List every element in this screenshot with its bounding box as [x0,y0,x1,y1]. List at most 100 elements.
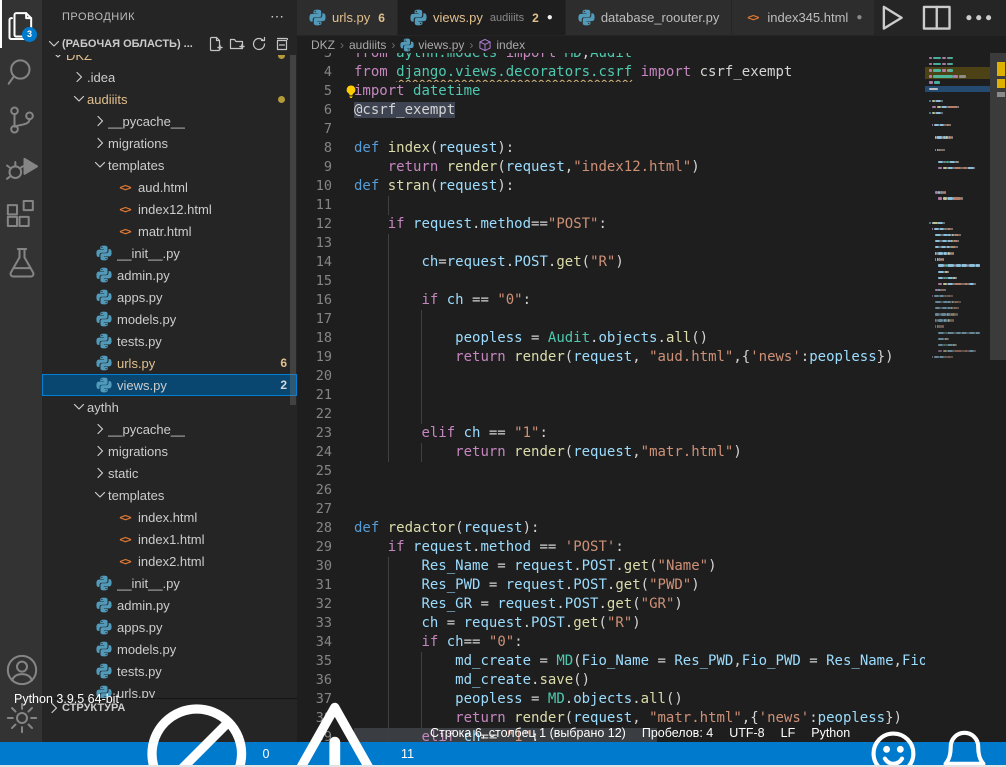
status-notifications[interactable] [929,726,1000,767]
code-line-22[interactable]: 22 [297,405,925,424]
code-line-29[interactable]: 29 if request.method == 'POST': [297,538,925,557]
code-line-25[interactable]: 25 [297,462,925,481]
tree-item-urls.py[interactable]: urls.py6 [42,352,297,374]
tree-item-admin.py[interactable]: admin.py [42,264,297,286]
status-problems[interactable]: 011 [127,692,422,767]
tree-item-aythh[interactable]: aythh [42,396,297,418]
code-line-32[interactable]: 32 Res_GR = request.POST.get("GR") [297,595,925,614]
tab-urls.py[interactable]: urls.py6 [297,0,398,35]
activitybar-run-debug[interactable] [0,144,42,192]
code-line-16[interactable]: 16 if ch == "0": [297,291,925,310]
tree-item-apps.py[interactable]: apps.py [42,286,297,308]
tree-item-index.html[interactable]: <>index.html [42,506,297,528]
tree-item-static[interactable]: static [42,462,297,484]
code-line-21[interactable]: 21 [297,386,925,405]
new-file-icon[interactable] [207,36,223,52]
breadcrumb-DKZ[interactable]: DKZ [311,38,335,52]
workspace-section-header[interactable]: (РАБОЧАЯ ОБЛАСТЬ) ... [42,33,297,55]
tree-item-aud.html[interactable]: <>aud.html [42,176,297,198]
run-icon[interactable] [875,2,906,33]
collapse-all-icon[interactable] [273,36,289,52]
code-line-10[interactable]: 10def stran(request): [297,177,925,196]
activitybar-account[interactable] [0,646,42,694]
status-encoding[interactable]: UTF-8 [721,726,772,740]
code-line-7[interactable]: 7 [297,120,925,139]
tree-item-admin.py[interactable]: admin.py [42,594,297,616]
code-line-8[interactable]: 8def index(request): [297,139,925,158]
code-line-23[interactable]: 23 elif ch == "1": [297,424,925,443]
code-line-4[interactable]: 4from django.views.decorators.csrf impor… [297,63,925,82]
code-line-24[interactable]: 24 return render(request,"matr.html") [297,443,925,462]
code-line-20[interactable]: 20 [297,367,925,386]
status-language-mode[interactable]: Python [803,726,858,740]
activitybar-extensions[interactable] [0,192,42,240]
tab-index345.html[interactable]: <>index345.html● [732,0,875,35]
tree-item-__pycache__[interactable]: __pycache__ [42,110,297,132]
refresh-icon[interactable] [251,36,267,52]
code-line-11[interactable]: 11 [297,196,925,215]
tree-item-__init__.py[interactable]: __init__.py [42,572,297,594]
tree-item-index12.html[interactable]: <>index12.html [42,198,297,220]
code-line-34[interactable]: 34 if ch== "0": [297,633,925,652]
tree-item-templates[interactable]: templates [42,484,297,506]
code-line-13[interactable]: 13 [297,234,925,253]
tree-item-audiiits[interactable]: audiiits [42,88,297,110]
code-editor[interactable]: 3from aythh.models import MD,Audit4from … [297,53,1006,742]
status-feedback[interactable] [858,726,929,767]
tree-item-index1.html[interactable]: <>index1.html [42,528,297,550]
more-actions-icon[interactable]: ⋯ [270,8,285,25]
lightbulb-icon[interactable] [343,84,359,100]
code-line-17[interactable]: 17 [297,310,925,329]
activitybar-source-control[interactable] [0,96,42,144]
sidebar-scrollbar[interactable] [290,55,296,405]
code-line-33[interactable]: 33 ch = request.POST.get("R") [297,614,925,633]
code-line-9[interactable]: 9 return render(request,"index12.html") [297,158,925,177]
minimap[interactable] [925,53,990,742]
tab-views.py[interactable]: views.pyaudiiits2● [398,0,566,35]
chevron-down-icon[interactable] [910,13,911,24]
tree-item-.idea[interactable]: .idea [42,66,297,88]
code-line-27[interactable]: 27 [297,500,925,519]
breadcrumb-audiiits[interactable]: audiiits [349,38,386,52]
code-line-15[interactable]: 15 [297,272,925,291]
tree-item-__init__.py[interactable]: __init__.py [42,242,297,264]
tree-item-models.py[interactable]: models.py [42,638,297,660]
code-line-35[interactable]: 35 md_create = MD(Fio_Name = Res_PWD,Fio… [297,652,925,671]
breadcrumb-views.py[interactable]: views.py [400,38,464,52]
code-line-12[interactable]: 12 if request.method=="POST": [297,215,925,234]
code-line-31[interactable]: 31 Res_PWD = request.POST.get("PWD") [297,576,925,595]
code-line-30[interactable]: 30 Res_Name = request.POST.get("Name") [297,557,925,576]
split-editor-icon[interactable] [921,2,952,33]
code-line-19[interactable]: 19 return render(request, "aud.html",{'n… [297,348,925,367]
status-python-version[interactable]: Python 3.9.5 64-bit [6,692,127,706]
tree-item-migrations[interactable]: migrations [42,132,297,154]
tree-item-tests.py[interactable]: tests.py [42,330,297,352]
code-line-5[interactable]: 5import datetime [297,82,925,101]
breadcrumb-index[interactable]: index [478,38,525,52]
code-line-18[interactable]: 18 peopless = Audit.objects.all() [297,329,925,348]
code-line-3[interactable]: 3from aythh.models import MD,Audit [297,53,925,63]
tree-item-tests.py[interactable]: tests.py [42,660,297,682]
tree-item-views.py[interactable]: views.py2 [42,374,297,396]
tree-item-index2.html[interactable]: <>index2.html [42,550,297,572]
code-line-28[interactable]: 28def redactor(request): [297,519,925,538]
tree-item-models.py[interactable]: models.py [42,308,297,330]
dirty-indicator-icon[interactable]: ● [547,12,553,23]
new-folder-icon[interactable] [229,36,245,52]
dirty-indicator-icon[interactable]: ● [856,12,862,23]
ellipsis-icon[interactable] [963,2,994,33]
code-line-6[interactable]: 6@csrf_exempt [297,101,925,120]
tree-item-DKZ[interactable]: DKZ [42,55,297,66]
status-indentation[interactable]: Пробелов: 4 [634,726,721,740]
activitybar-search[interactable] [0,48,42,96]
tree-item-templates[interactable]: templates [42,154,297,176]
tree-item-apps.py[interactable]: apps.py [42,616,297,638]
tree-item-migrations[interactable]: migrations [42,440,297,462]
activitybar-explorer[interactable]: 3 [0,0,42,48]
code-line-26[interactable]: 26 [297,481,925,500]
editor-scrollbar[interactable] [990,53,1006,360]
activitybar-testing[interactable] [0,240,42,288]
status-eol[interactable]: LF [773,726,804,740]
tree-item-matr.html[interactable]: <>matr.html [42,220,297,242]
tab-database_roouter.py[interactable]: database_roouter.py [566,0,733,35]
